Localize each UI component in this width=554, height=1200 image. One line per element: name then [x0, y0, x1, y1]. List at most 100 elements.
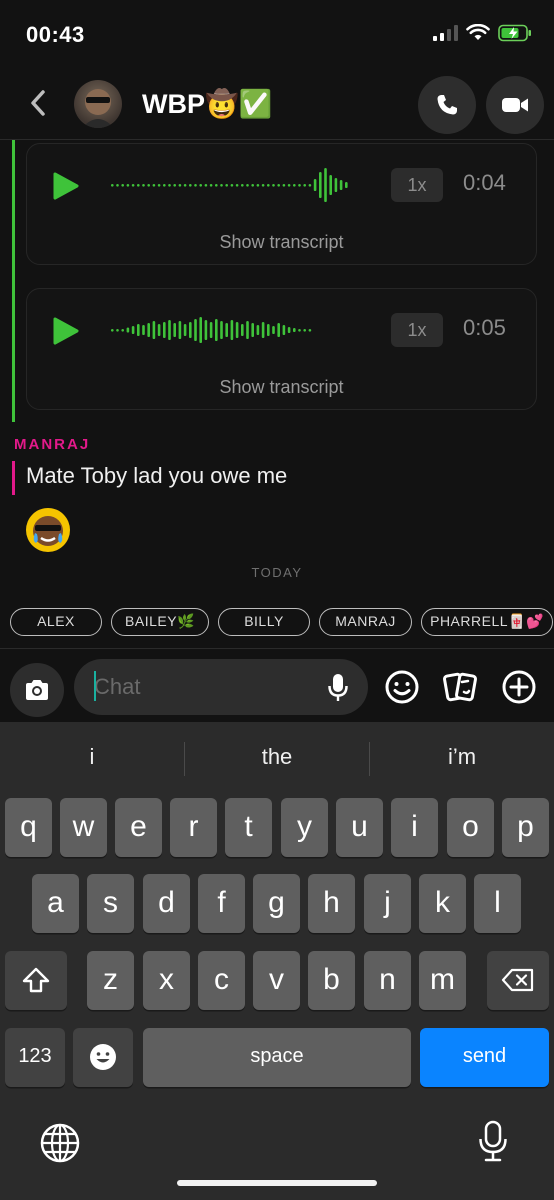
key[interactable]: j	[364, 874, 411, 933]
waveform-bar	[225, 323, 228, 337]
call-button[interactable]	[418, 76, 476, 134]
key[interactable]: v	[253, 951, 300, 1010]
waveform-bar	[298, 184, 301, 187]
microphone-icon[interactable]	[327, 673, 349, 703]
key[interactable]: u	[336, 798, 383, 857]
key[interactable]: m	[419, 951, 466, 1010]
message-sender: MANRAJ	[14, 436, 91, 453]
mention-chip[interactable]: PHARRELL🀄💕	[421, 608, 553, 636]
chat-title[interactable]: WBP🤠✅	[142, 88, 272, 120]
waveform-bar	[220, 321, 223, 339]
waveform-bar	[194, 184, 197, 187]
mention-chip[interactable]: BAILEY🌿	[111, 608, 209, 636]
waveform-bar	[298, 329, 301, 332]
play-icon[interactable]	[49, 170, 81, 202]
key[interactable]: y	[281, 798, 328, 857]
show-transcript-link[interactable]: Show transcript	[27, 232, 536, 253]
key[interactable]: d	[143, 874, 190, 933]
emoji-key[interactable]	[73, 1028, 133, 1087]
waveform-bar	[256, 184, 260, 187]
waveform-bar	[235, 322, 239, 338]
suggestion[interactable]: the	[185, 744, 369, 770]
key[interactable]: r	[170, 798, 217, 857]
key[interactable]: s	[87, 874, 134, 933]
show-transcript-link[interactable]: Show transcript	[27, 377, 536, 398]
key[interactable]: z	[87, 951, 134, 1010]
key[interactable]: i	[391, 798, 438, 857]
text-cursor	[94, 671, 96, 701]
key[interactable]: q	[5, 798, 52, 857]
mention-chip[interactable]: ALEX	[10, 608, 102, 636]
waveform-bar	[261, 322, 265, 338]
key[interactable]: h	[308, 874, 355, 933]
waveform-bar	[131, 184, 135, 187]
waveform-bar	[282, 325, 286, 335]
emoji-keyboard-icon	[90, 1044, 116, 1070]
key[interactable]: a	[32, 874, 79, 933]
message-text[interactable]: Mate Toby lad you owe me	[26, 463, 287, 489]
send-key[interactable]: send	[420, 1028, 549, 1087]
voice-note[interactable]: 1x 0:05 Show transcript	[26, 288, 537, 410]
key[interactable]: e	[115, 798, 162, 857]
key[interactable]: w	[60, 798, 107, 857]
space-key[interactable]: space	[143, 1028, 411, 1087]
waveform-bar	[308, 329, 312, 332]
waveform-bar	[267, 184, 270, 187]
waveform-bar	[163, 322, 166, 338]
suggestion[interactable]: i	[0, 744, 184, 770]
bitmoji-reaction-icon[interactable]	[24, 506, 72, 554]
stickers-icon[interactable]	[440, 667, 480, 707]
key[interactable]: g	[253, 874, 300, 933]
waveform-bar	[272, 184, 275, 187]
camera-button[interactable]	[10, 663, 64, 717]
waveform-bar	[142, 184, 145, 187]
date-divider: TODAY	[251, 565, 303, 580]
key[interactable]: b	[308, 951, 355, 1010]
chat-input[interactable]	[94, 671, 314, 703]
backspace-key[interactable]	[487, 951, 549, 1010]
key[interactable]: p	[502, 798, 549, 857]
waveform-bar	[282, 184, 286, 187]
plus-icon[interactable]	[499, 667, 539, 707]
key[interactable]: c	[198, 951, 245, 1010]
wifi-icon	[466, 24, 490, 40]
waveform-bar	[230, 184, 234, 187]
key[interactable]: l	[474, 874, 521, 933]
group-avatar[interactable]	[74, 80, 122, 128]
waveform-bar	[199, 184, 202, 187]
key[interactable]: n	[364, 951, 411, 1010]
voice-note[interactable]: 1x 0:04 Show transcript	[26, 143, 537, 265]
play-icon[interactable]	[49, 315, 81, 347]
globe-icon[interactable]	[39, 1122, 81, 1164]
phone-icon	[437, 95, 457, 115]
emoji-icon[interactable]	[382, 667, 422, 707]
dictation-microphone-icon[interactable]	[477, 1120, 509, 1164]
waveform-bar	[209, 322, 213, 338]
keyboard: i the i’m q w e r t y u i o p a s d f g …	[0, 722, 554, 1200]
mention-chip[interactable]: MANRAJ	[319, 608, 412, 636]
backspace-icon	[501, 968, 534, 992]
waveform-bar	[246, 184, 249, 187]
key[interactable]: o	[447, 798, 494, 857]
key[interactable]: t	[225, 798, 272, 857]
waveform-bar	[345, 182, 348, 188]
key[interactable]: f	[198, 874, 245, 933]
video-call-button[interactable]	[486, 76, 544, 134]
key[interactable]: k	[419, 874, 466, 933]
key[interactable]: x	[143, 951, 190, 1010]
chevron-left-icon[interactable]	[24, 88, 54, 118]
numbers-key[interactable]: 123	[5, 1028, 65, 1087]
mention-chip[interactable]: BILLY	[218, 608, 310, 636]
waveform-bar	[241, 324, 244, 336]
chat-field[interactable]	[74, 659, 368, 715]
waveform-bar	[147, 184, 150, 187]
waveform-bar	[142, 325, 145, 335]
waveform-bar	[157, 184, 161, 187]
camera-icon	[26, 680, 48, 700]
waveform-bar	[126, 184, 130, 187]
shift-key[interactable]	[5, 951, 67, 1010]
playback-speed-button[interactable]: 1x	[391, 313, 443, 347]
playback-speed-button[interactable]: 1x	[391, 168, 443, 202]
waveform-bar	[241, 184, 244, 187]
suggestion[interactable]: i’m	[370, 744, 554, 770]
